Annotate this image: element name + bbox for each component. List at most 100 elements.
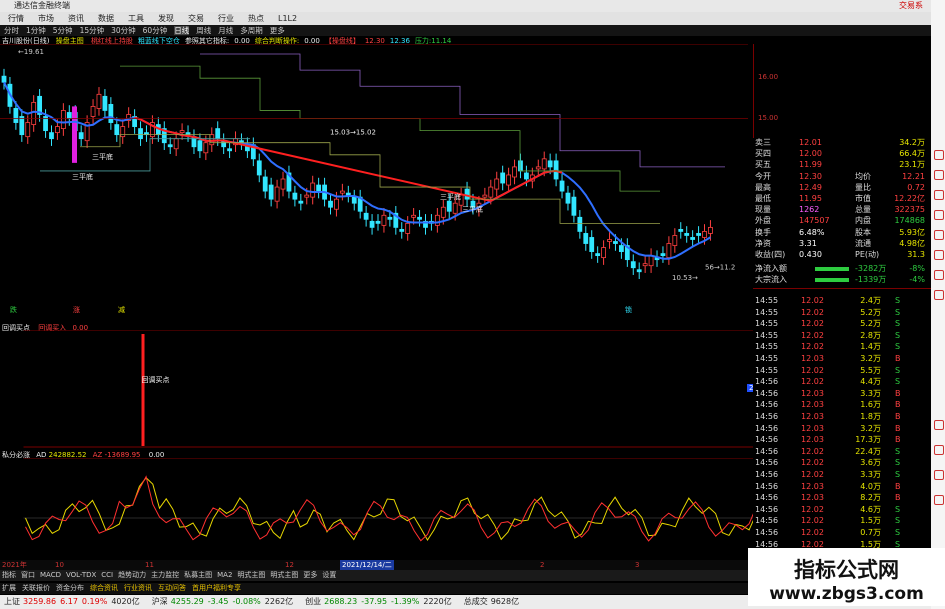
menu-item[interactable]: 发现 — [158, 14, 174, 23]
menu-item[interactable]: 行情 — [8, 14, 24, 23]
ad-az-chart[interactable]: 20000100000-10000 — [0, 458, 800, 560]
period-tab[interactable]: 更多 — [270, 26, 285, 35]
candle-body — [96, 93, 102, 109]
period-tab[interactable]: 分时 — [4, 26, 19, 35]
indicator-tab[interactable]: 主力监控 — [151, 571, 179, 579]
menu-item[interactable]: 资讯 — [68, 14, 84, 23]
flow-value: -3282万 — [855, 264, 887, 273]
candle-body — [292, 192, 298, 200]
period-tab[interactable]: 月线 — [218, 26, 233, 35]
candle-body — [642, 263, 648, 267]
indicator-tab[interactable]: MACD — [40, 571, 61, 579]
indicator-tab[interactable]: 明式主图 — [237, 571, 265, 579]
index-field: 3259.86 — [23, 597, 57, 606]
info-tab[interactable]: 关联报价 — [22, 584, 50, 592]
info-tab[interactable]: 首用户福利专享 — [192, 584, 241, 592]
candle-body — [19, 116, 25, 136]
index-item[interactable]: 总成交 9628亿 — [464, 597, 523, 606]
panel2-annotation: 回调买点 — [142, 375, 170, 384]
index-item[interactable]: 上证 3259.86 6.17 0.19% 4020亿 — [4, 597, 144, 606]
trade-system-label[interactable]: 交易系 — [899, 0, 923, 12]
indicator-tab[interactable]: 指标 — [2, 571, 16, 579]
quote-label: 买五 — [755, 160, 771, 170]
tick-time: 14:55 — [755, 330, 779, 340]
info-tab[interactable]: 综合资讯 — [90, 584, 118, 592]
indicator-tab[interactable]: VOL-TDX — [66, 571, 96, 579]
tick-row: 14:56 12.03 1.8万 B — [755, 412, 929, 421]
legend-label: 跌 — [10, 305, 17, 314]
period-tab[interactable]: 5分钟 — [53, 26, 73, 35]
period-tab[interactable]: 多周期 — [240, 26, 263, 35]
info-tab[interactable]: 互动问答 — [158, 584, 186, 592]
tick-side: S — [895, 516, 901, 526]
side-icon[interactable] — [934, 290, 944, 300]
period-tab[interactable]: 日线 — [174, 26, 190, 35]
side-icon[interactable] — [934, 445, 944, 455]
candle-body — [351, 196, 357, 204]
side-icon[interactable] — [934, 170, 944, 180]
menu-item[interactable]: 工具 — [128, 14, 144, 23]
info-tab[interactable]: 资金分布 — [56, 584, 84, 592]
period-tab[interactable]: 1分钟 — [26, 26, 46, 35]
index-field: -1.39% — [391, 597, 420, 606]
tick-row: 14:56 12.02 0.7万 S — [755, 528, 929, 537]
candle-body — [381, 214, 387, 226]
side-icon[interactable] — [934, 270, 944, 280]
side-icon[interactable] — [934, 210, 944, 220]
indicator-tab[interactable]: 窗口 — [21, 571, 35, 579]
side-icon[interactable] — [934, 150, 944, 160]
indicator-tab[interactable]: 设置 — [322, 571, 336, 579]
period-tab[interactable]: 60分钟 — [143, 26, 168, 35]
indicator-tab[interactable]: 趋势动力 — [118, 571, 146, 579]
side-icon[interactable] — [934, 230, 944, 240]
period-tab[interactable]: 15分钟 — [80, 26, 105, 35]
info-tab[interactable]: 行业资讯 — [124, 584, 152, 592]
period-tab[interactable]: 30分钟 — [111, 26, 136, 35]
info-tab[interactable]: 扩展 — [2, 584, 16, 592]
tick-volume: 4.0万 — [860, 481, 881, 491]
index-item[interactable]: 创业 2688.23 -37.95 -1.39% 2220亿 — [305, 597, 456, 606]
tick-volume: 1.4万 — [860, 342, 881, 352]
indicator-tab-list: 指标 窗口 MACD VOL-TDX CCI 趋势动力 主力监控 私募主图 MA2 明式主图 明式主… — [2, 571, 341, 579]
index-item[interactable]: 沪深 4255.29 -3.45 -0.08% 2262亿 — [152, 597, 297, 606]
tick-time: 14:56 — [755, 412, 779, 421]
menu-item[interactable]: L1L2 — [278, 14, 297, 23]
quote-label: 外盘 — [755, 216, 771, 226]
tick-volume: 5.2万 — [860, 307, 881, 317]
menu-item[interactable]: 数据 — [98, 14, 114, 23]
indicator-tab[interactable]: 更多 — [303, 571, 317, 579]
menu-item[interactable]: 热点 — [248, 14, 264, 23]
indicator-tab[interactable]: 私募主图 — [184, 571, 212, 579]
candle-body — [660, 253, 666, 257]
menu-item[interactable]: 市场 — [38, 14, 54, 23]
candle-body — [446, 200, 452, 212]
tick-volume: 5.2万 — [860, 319, 881, 329]
quote-row: 外盘 147507 内盘 174868 — [755, 216, 929, 226]
candle-body — [613, 241, 618, 244]
side-icon[interactable] — [934, 190, 944, 200]
quote-value: 3.31 — [799, 238, 817, 248]
menu-item[interactable]: 行业 — [218, 14, 234, 23]
side-icon[interactable] — [934, 250, 944, 260]
indicator-tab[interactable]: CCI — [101, 571, 113, 579]
pullback-buy-chart[interactable]: 回调买点50.0040.0030.0020.0010.000.00 — [0, 330, 800, 448]
quote-label: 量比 — [855, 182, 871, 192]
chart-annotation: 三平底 — [462, 204, 483, 213]
indicator-tab[interactable]: 明式主图 — [270, 571, 298, 579]
menu-item[interactable]: 交易 — [188, 14, 204, 23]
tick-price: 12.03 — [801, 412, 824, 421]
side-icon[interactable] — [934, 420, 944, 430]
side-icon[interactable] — [934, 470, 944, 480]
tick-row: 14:55 12.02 5.2万 S — [755, 308, 929, 317]
tick-price: 12.03 — [801, 423, 824, 433]
indicator-tab[interactable]: MA2 — [217, 571, 232, 579]
tick-side: B — [895, 400, 901, 410]
candlestick-chart[interactable]: 三平底三平底15.03→15.02三平底三平底10.53→56→11.2←19.… — [0, 44, 753, 314]
quote-row: 净资 3.31 流通 4.98亿 — [755, 239, 929, 249]
candle-body — [464, 188, 470, 200]
side-icon[interactable] — [934, 495, 944, 505]
flow-label: 大宗流入 — [755, 275, 787, 284]
tick-volume: 3.6万 — [860, 458, 881, 468]
period-tab[interactable]: 周线 — [196, 26, 211, 35]
quote-label: 最高 — [755, 182, 771, 192]
